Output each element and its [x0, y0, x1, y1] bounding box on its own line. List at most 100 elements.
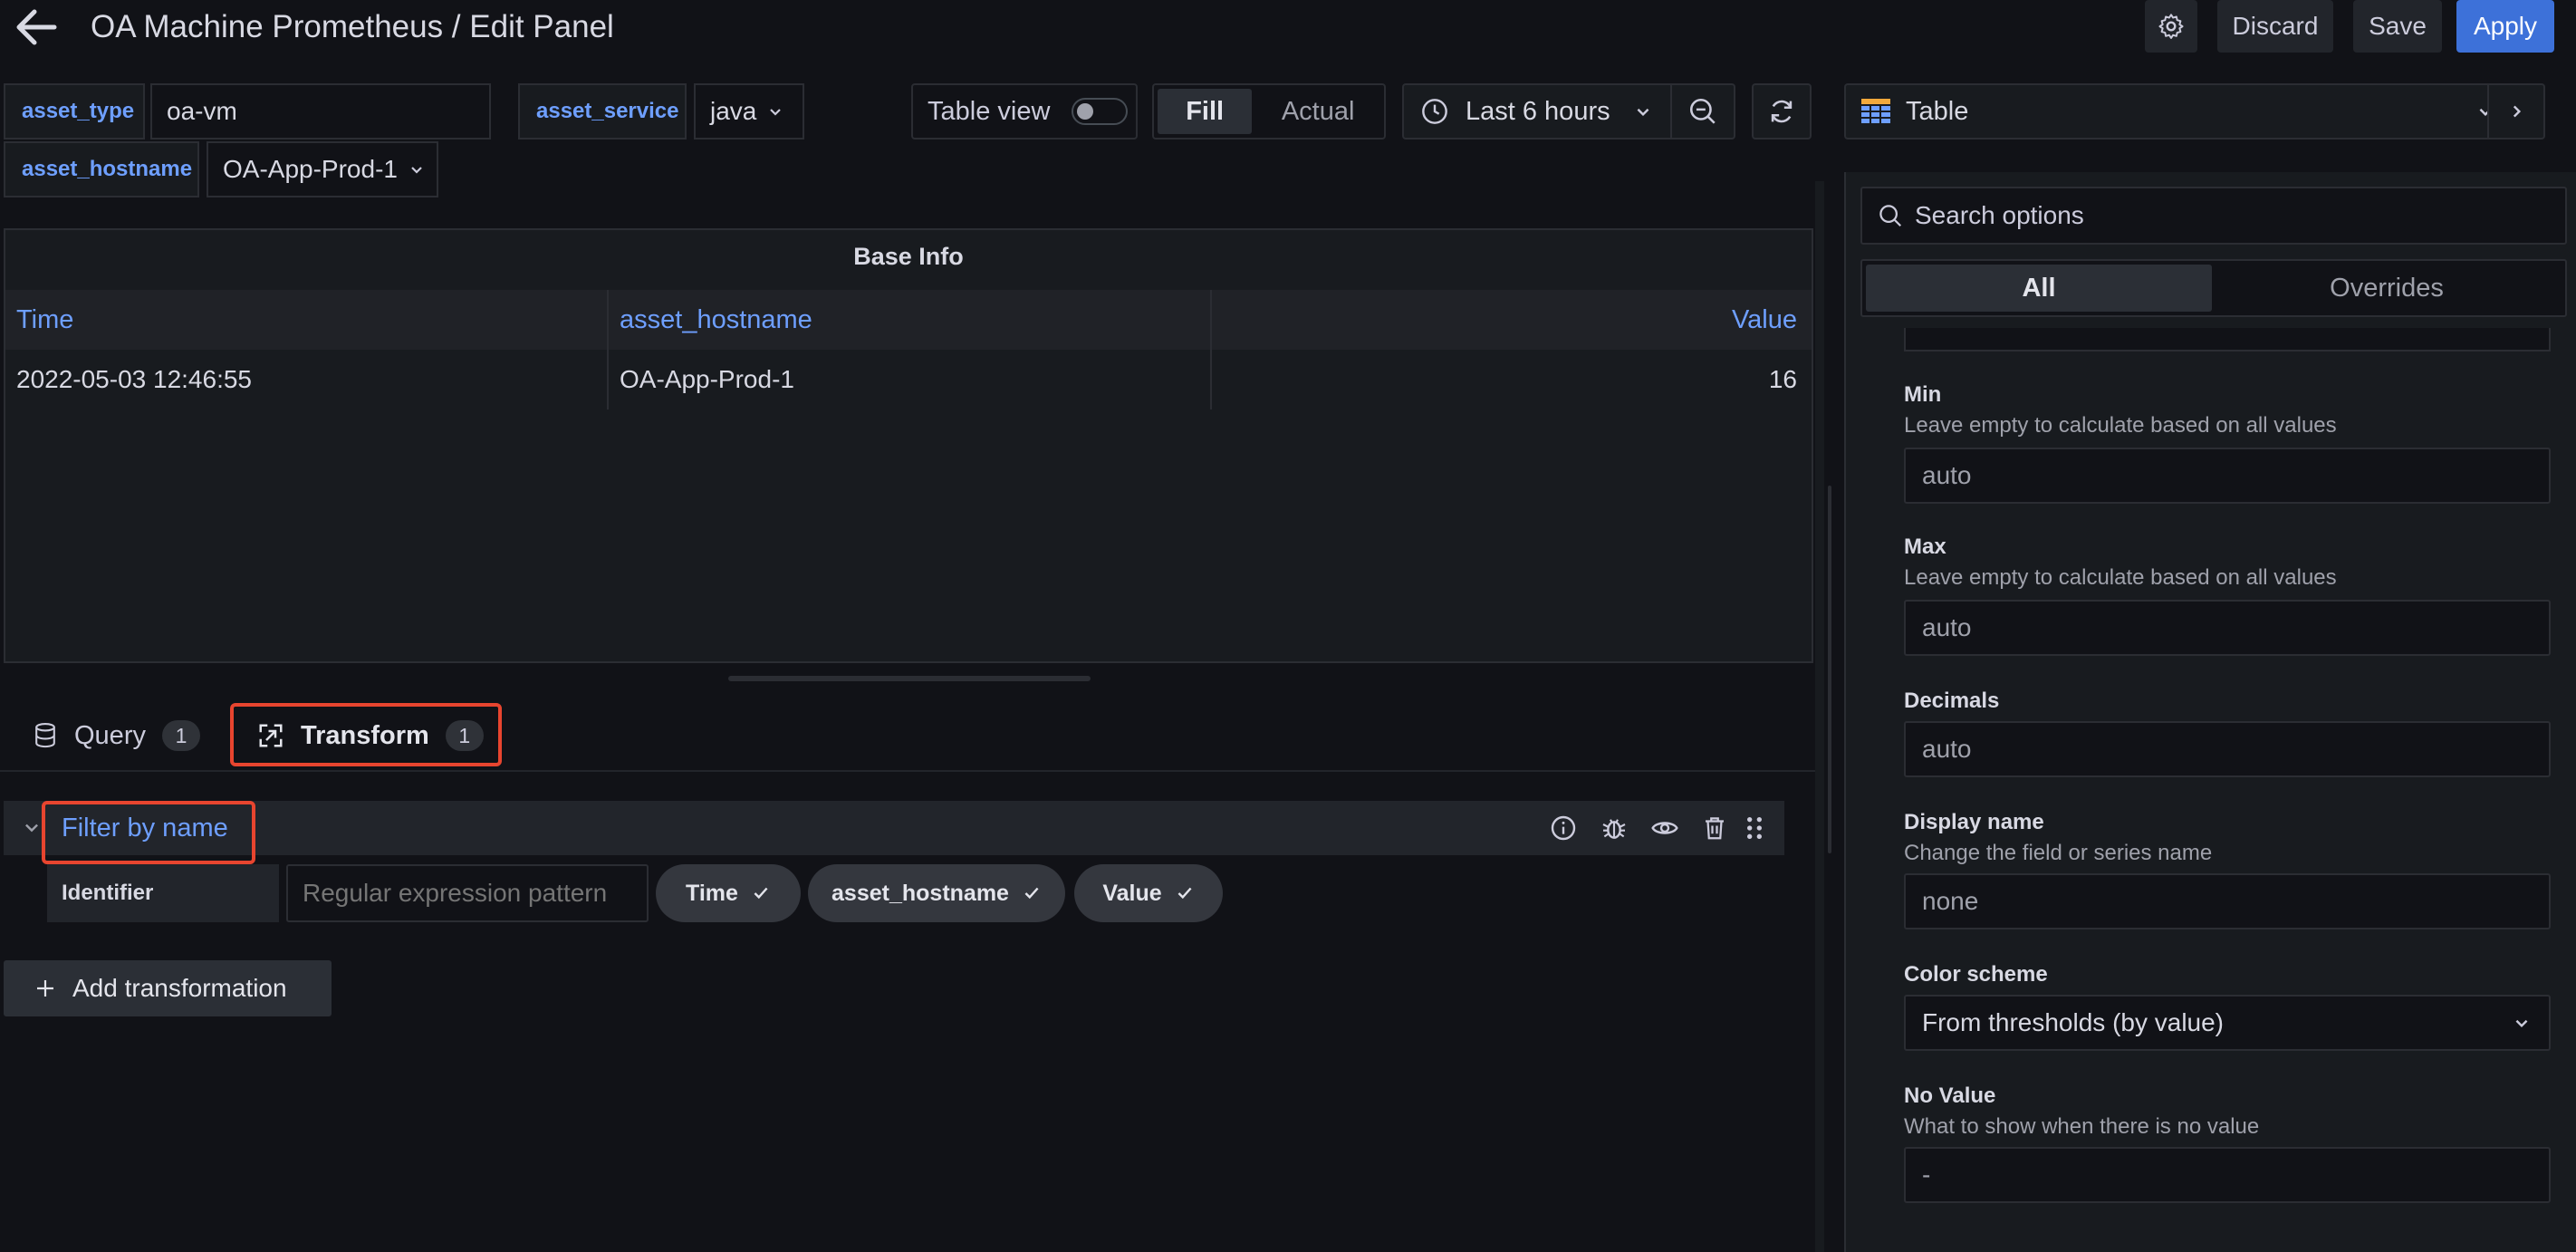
toggle-visibility-button[interactable]	[1650, 814, 1679, 843]
asset-service-select[interactable]: java	[694, 83, 804, 140]
no-value-description: What to show when there is no value	[1904, 1114, 2260, 1139]
settings-button[interactable]	[2145, 0, 2197, 53]
add-transformation-label: Add transformation	[72, 974, 287, 1002]
discard-button[interactable]: Discard	[2217, 0, 2333, 53]
chip-label: Time	[686, 880, 738, 906]
clock-icon	[1422, 99, 1447, 124]
zoom-out-button[interactable]	[1670, 83, 1735, 140]
collapse-transformation-button[interactable]	[22, 817, 42, 837]
resize-handle[interactable]	[728, 676, 1091, 681]
table-cell: OA-App-Prod-1	[609, 350, 1212, 409]
chevron-down-icon	[25, 823, 38, 833]
plus-icon	[37, 980, 53, 997]
tab-query-label: Query	[74, 720, 146, 750]
toggle-switch[interactable]	[1072, 98, 1129, 125]
delete-button[interactable]	[1701, 814, 1728, 843]
display-name-label: Display name	[1904, 810, 2044, 834]
collapse-options-button[interactable]	[2487, 83, 2545, 140]
actual-button[interactable]: Actual	[1255, 89, 1380, 134]
decimals-label: Decimals	[1904, 689, 2000, 713]
table-cell: 2022-05-03 12:46:55	[5, 350, 609, 409]
drag-handle-icon	[1747, 817, 1762, 839]
max-description: Leave empty to calculate based on all va…	[1904, 565, 2337, 590]
options-tabs: All Overrides	[1860, 259, 2567, 317]
zoom-out-icon	[1689, 98, 1716, 124]
column-header-value[interactable]: Value	[1212, 290, 1812, 350]
tab-overrides[interactable]: Overrides	[2212, 265, 2562, 312]
check-icon	[1024, 887, 1039, 900]
page-title: OA Machine Prometheus / Edit Panel	[91, 9, 614, 44]
display-name-input[interactable]: none	[1904, 873, 2551, 929]
display-name-description: Change the field or series name	[1904, 841, 2213, 865]
previous-input-edge	[1904, 328, 2551, 352]
color-scheme-select[interactable]: From thresholds (by value)	[1904, 995, 2551, 1051]
field-chip-asset-hostname[interactable]: asset_hostname	[808, 864, 1065, 922]
time-picker[interactable]: Last 6 hours	[1402, 83, 1672, 140]
visualization-picker[interactable]: Table	[1844, 83, 2514, 140]
transformation-name: Filter by name	[62, 814, 228, 843]
arrow-left-icon	[16, 9, 57, 45]
scrollbar[interactable]	[1828, 486, 1831, 853]
check-icon	[754, 887, 768, 900]
table-row: 2022-05-03 12:46:55 OA-App-Prod-1 16	[5, 350, 1812, 409]
min-description: Leave empty to calculate based on all va…	[1904, 413, 2337, 438]
no-value-label: No Value	[1904, 1083, 1996, 1108]
chip-label: asset_hostname	[831, 880, 1009, 906]
back-button[interactable]	[13, 7, 58, 47]
save-button[interactable]: Save	[2353, 0, 2442, 53]
gear-icon	[2158, 14, 2184, 39]
color-scheme-value: From thresholds (by value)	[1922, 1008, 2225, 1036]
table-view-label: Table view	[928, 96, 1051, 126]
tab-all[interactable]: All	[1866, 265, 2212, 312]
chip-label: Value	[1102, 880, 1162, 906]
min-label: Min	[1904, 382, 1942, 407]
variable-label-asset-type: asset_type	[4, 83, 145, 140]
search-options-field[interactable]: Search options	[1860, 187, 2567, 245]
tab-query[interactable]: Query 1	[33, 699, 200, 772]
tab-transform-count: 1	[445, 720, 484, 751]
table-cell: 16	[1768, 365, 1797, 393]
pane-divider[interactable]	[1815, 181, 1824, 1252]
refresh-button[interactable]	[1752, 83, 1812, 140]
chevron-down-icon	[1637, 108, 1649, 117]
fill-actual-group: Fill Actual	[1152, 83, 1386, 140]
tab-transform[interactable]: Transform 1	[257, 699, 484, 772]
max-label: Max	[1904, 535, 1946, 559]
variable-label-asset-service: asset_service	[518, 83, 687, 140]
table-view-toggle[interactable]: Table view	[911, 83, 1138, 140]
asset-type-input[interactable]: oa-vm	[150, 83, 491, 140]
add-transformation-button[interactable]: Add transformation	[4, 960, 332, 1016]
column-header-asset-hostname[interactable]: asset_hostname	[609, 290, 1212, 350]
chevron-right-icon	[2513, 105, 2522, 118]
no-value-input[interactable]: -	[1904, 1147, 2551, 1203]
regex-pattern-input[interactable]	[286, 864, 649, 922]
chevron-down-icon	[2515, 1019, 2528, 1028]
search-options-placeholder: Search options	[1915, 201, 2084, 229]
search-icon	[1879, 205, 1902, 227]
asset-hostname-select[interactable]: OA-App-Prod-1	[207, 141, 438, 197]
max-input[interactable]: auto	[1904, 600, 2551, 656]
debug-button[interactable]	[1600, 814, 1629, 843]
field-chip-time[interactable]: Time	[656, 864, 801, 922]
refresh-icon	[1771, 100, 1793, 123]
decimals-input[interactable]: auto	[1904, 721, 2551, 777]
drag-handle[interactable]	[1745, 814, 1764, 843]
transformation-header	[4, 801, 1784, 855]
panel-preview: Base Info Time asset_hostname Value 2022…	[4, 228, 1813, 663]
bug-icon	[1602, 819, 1626, 839]
asset-hostname-value: OA-App-Prod-1	[223, 155, 398, 183]
identifier-label: Identifier	[47, 864, 279, 922]
check-icon	[1177, 887, 1192, 900]
min-input[interactable]: auto	[1904, 448, 2551, 504]
chevron-down-icon	[411, 167, 422, 174]
apply-button[interactable]: Apply	[2456, 0, 2554, 53]
visualization-name: Table	[1906, 96, 1969, 126]
info-button[interactable]	[1549, 814, 1578, 843]
table-header: Time asset_hostname Value	[5, 290, 1812, 350]
chevron-down-icon	[770, 109, 782, 116]
transform-icon	[259, 724, 283, 747]
fill-button[interactable]: Fill	[1158, 89, 1253, 134]
column-header-time[interactable]: Time	[5, 290, 609, 350]
field-chip-value[interactable]: Value	[1074, 864, 1223, 922]
time-range-label: Last 6 hours	[1466, 96, 1610, 126]
